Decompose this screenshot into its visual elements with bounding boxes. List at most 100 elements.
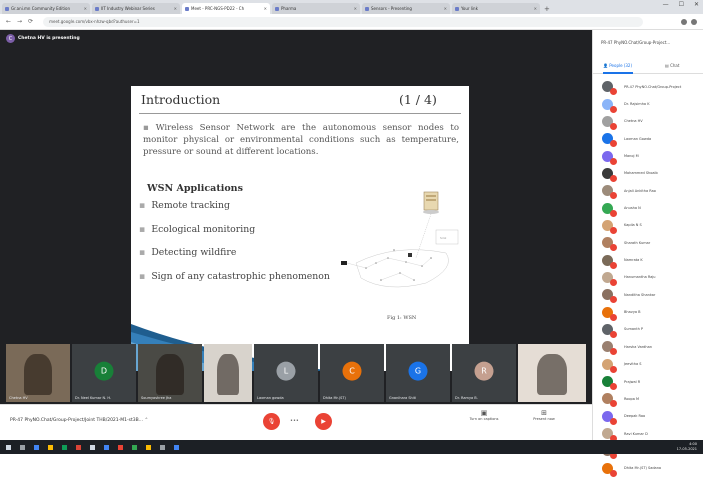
participant-name: Dr. Rajsimha K [624, 102, 650, 107]
participant-avatar [602, 254, 617, 269]
participant-row[interactable]: Namrata K [602, 251, 702, 269]
participant-row[interactable]: Hanumantha Raju [602, 269, 702, 286]
participant-tile[interactable]: Chetna HV [6, 344, 70, 402]
meeting-stage: C Chetna HV is presenting Introduction (… [0, 30, 592, 404]
browser-tab[interactable]: Meet - PRC-NGS-PD22 - Ch ✕ [182, 3, 270, 14]
tab-close-icon[interactable]: ✕ [174, 6, 177, 11]
back-icon[interactable]: ← [6, 18, 11, 25]
tab-chat[interactable]: ▤ Chat [665, 63, 679, 68]
forward-icon[interactable]: → [17, 18, 22, 25]
participant-row[interactable]: Chetna HV [602, 113, 702, 130]
window-controls[interactable]: — ☐ ✕ [663, 1, 699, 8]
participant-name: Hanumantha Raju [624, 275, 656, 280]
participant-row[interactable]: Prajwal R [602, 373, 702, 391]
participant-row[interactable]: Manoj M [602, 147, 702, 165]
tab-label: Meet - PRC-NGS-PD22 - Ch [191, 6, 245, 11]
server-icon [423, 191, 439, 214]
participant-tile[interactable]: L Laxman gowda [254, 344, 318, 402]
people-icon: 👤 [603, 63, 608, 68]
participant-row[interactable]: Deepak Rao [602, 408, 702, 425]
mic-off-button[interactable]: 🎙 [263, 413, 280, 430]
new-tab-icon[interactable]: + [544, 5, 550, 13]
taskbar-app-icon[interactable] [34, 444, 39, 450]
participant-row[interactable]: Bhavya B [602, 303, 702, 321]
participant-tile[interactable]: R Dr. Ramya B. [452, 344, 516, 402]
participant-row[interactable]: Kapila N S [602, 217, 702, 234]
slide-apps-list: ▪ Remote tracking ▪ Ecological monitoring … [139, 200, 330, 294]
taskbar-app-icon[interactable] [76, 444, 81, 450]
browser-tab[interactable]: Your link ✕ [452, 3, 540, 14]
captions-button[interactable]: ▣ Turn on captions [460, 409, 508, 421]
participant-row[interactable]: Nanditha Shankar [602, 286, 702, 304]
browser-tab[interactable]: Sensors - Presenting ✕ [362, 3, 450, 14]
participant-tile[interactable]: Soumyashree Jha [138, 344, 202, 402]
tab-close-icon[interactable]: ✕ [84, 6, 87, 11]
taskbar-app-icon[interactable] [104, 444, 109, 450]
taskbar-app-icon[interactable] [160, 444, 165, 450]
camera-off-button[interactable]: ▶ [315, 413, 332, 430]
tab-favicon-icon [185, 6, 189, 11]
tab-close-icon[interactable]: ✕ [444, 6, 447, 11]
participant-name: Jeevitha S [624, 362, 642, 367]
participant-avatar [602, 98, 617, 113]
taskbar-app-icon[interactable] [174, 444, 179, 450]
participant-tile[interactable] [518, 344, 586, 402]
svg-text:Sink: Sink [440, 236, 447, 240]
close-window-icon[interactable]: ✕ [694, 1, 699, 8]
muted-mic-icon [610, 209, 617, 217]
browser-tab[interactable]: IIT Industry Webinar Series ✕ [92, 3, 180, 14]
participant-row[interactable]: Dhita Mr.(ST) Sadana [602, 460, 702, 477]
participant-row[interactable]: Sharath Kumar [602, 234, 702, 252]
participant-name: Nanditha Shankar [624, 292, 656, 297]
participant-row[interactable]: Mohammed Shoaib [602, 165, 702, 182]
present-now-button[interactable]: ⊞ Present now [520, 409, 568, 421]
participant-tile[interactable]: C Dhita Mr.(ST) [320, 344, 384, 402]
start-icon[interactable] [6, 444, 11, 450]
meeting-title[interactable]: PR-47 PhyNO.Chat/Group-Project/Joint THB… [10, 418, 148, 423]
muted-mic-icon [610, 400, 617, 408]
participant-name: Prajwal R [624, 379, 641, 384]
slide-body: ▪ Wireless Sensor Network are the autonom… [143, 123, 460, 157]
url-bar[interactable]: meet.google.com/vbx-nhzw-qbd?authuser=1 [43, 16, 644, 27]
taskbar-app-icon[interactable] [48, 444, 53, 450]
tab-people[interactable]: 👤 People (32) [603, 63, 632, 68]
participant-tile[interactable]: D Dr. Neel Kumar N. H. [72, 344, 136, 402]
profile-icon[interactable] [691, 18, 697, 25]
minimize-icon[interactable]: — [663, 1, 669, 8]
participant-row[interactable]: Harsha Vardhan [602, 338, 702, 356]
participant-row[interactable]: Anjali Ankitha Rao [602, 182, 702, 200]
participant-tile[interactable] [204, 344, 252, 402]
muted-mic-icon [610, 174, 617, 182]
taskbar-app-icon[interactable] [62, 444, 67, 450]
participant-row[interactable]: Jeevitha S [602, 356, 702, 373]
participant-row[interactable]: Sumanth P [602, 321, 702, 338]
participant-row[interactable]: Roopa M [602, 390, 702, 408]
participant-row[interactable]: Dr. Rajsimha K [602, 95, 702, 113]
participant-avatar [602, 219, 617, 234]
taskbar-app-icon[interactable] [90, 444, 95, 450]
participant-row[interactable]: PR-47 PhyNO.Chat/Group-Project [602, 78, 702, 96]
taskbar-app-icon[interactable] [132, 444, 137, 450]
tab-close-icon[interactable]: ✕ [264, 6, 267, 11]
participant-name: Ravi Kumar D [624, 431, 648, 436]
active-tab-indicator [603, 72, 633, 74]
maximize-icon[interactable]: ☐ [679, 1, 684, 8]
taskbar-app-icon[interactable] [20, 444, 25, 450]
participant-name: Namrata K [624, 258, 643, 263]
taskbar-app-icon[interactable] [118, 444, 123, 450]
participant-avatar: R [474, 361, 494, 381]
tab-close-icon[interactable]: ✕ [354, 6, 357, 11]
participant-row[interactable]: Laxman Gowda [602, 130, 702, 148]
reload-icon[interactable]: ⟳ [28, 18, 33, 25]
taskbar-app-icon[interactable] [146, 444, 151, 450]
wsn-network-diagram: Sink [341, 191, 459, 288]
tab-close-icon[interactable]: ✕ [534, 6, 537, 11]
browser-tab[interactable]: Gr.ani.mn Community Edition ✕ [2, 3, 90, 14]
participant-tile[interactable]: G Gnanihara Shiti [386, 344, 450, 402]
tab-favicon-icon [365, 6, 369, 11]
browser-extensions [681, 18, 697, 25]
muted-mic-icon [610, 348, 617, 356]
browser-tab[interactable]: Pharma ✕ [272, 3, 360, 14]
extension-icon[interactable] [681, 18, 687, 25]
participant-row[interactable]: Anusha N [602, 199, 702, 217]
